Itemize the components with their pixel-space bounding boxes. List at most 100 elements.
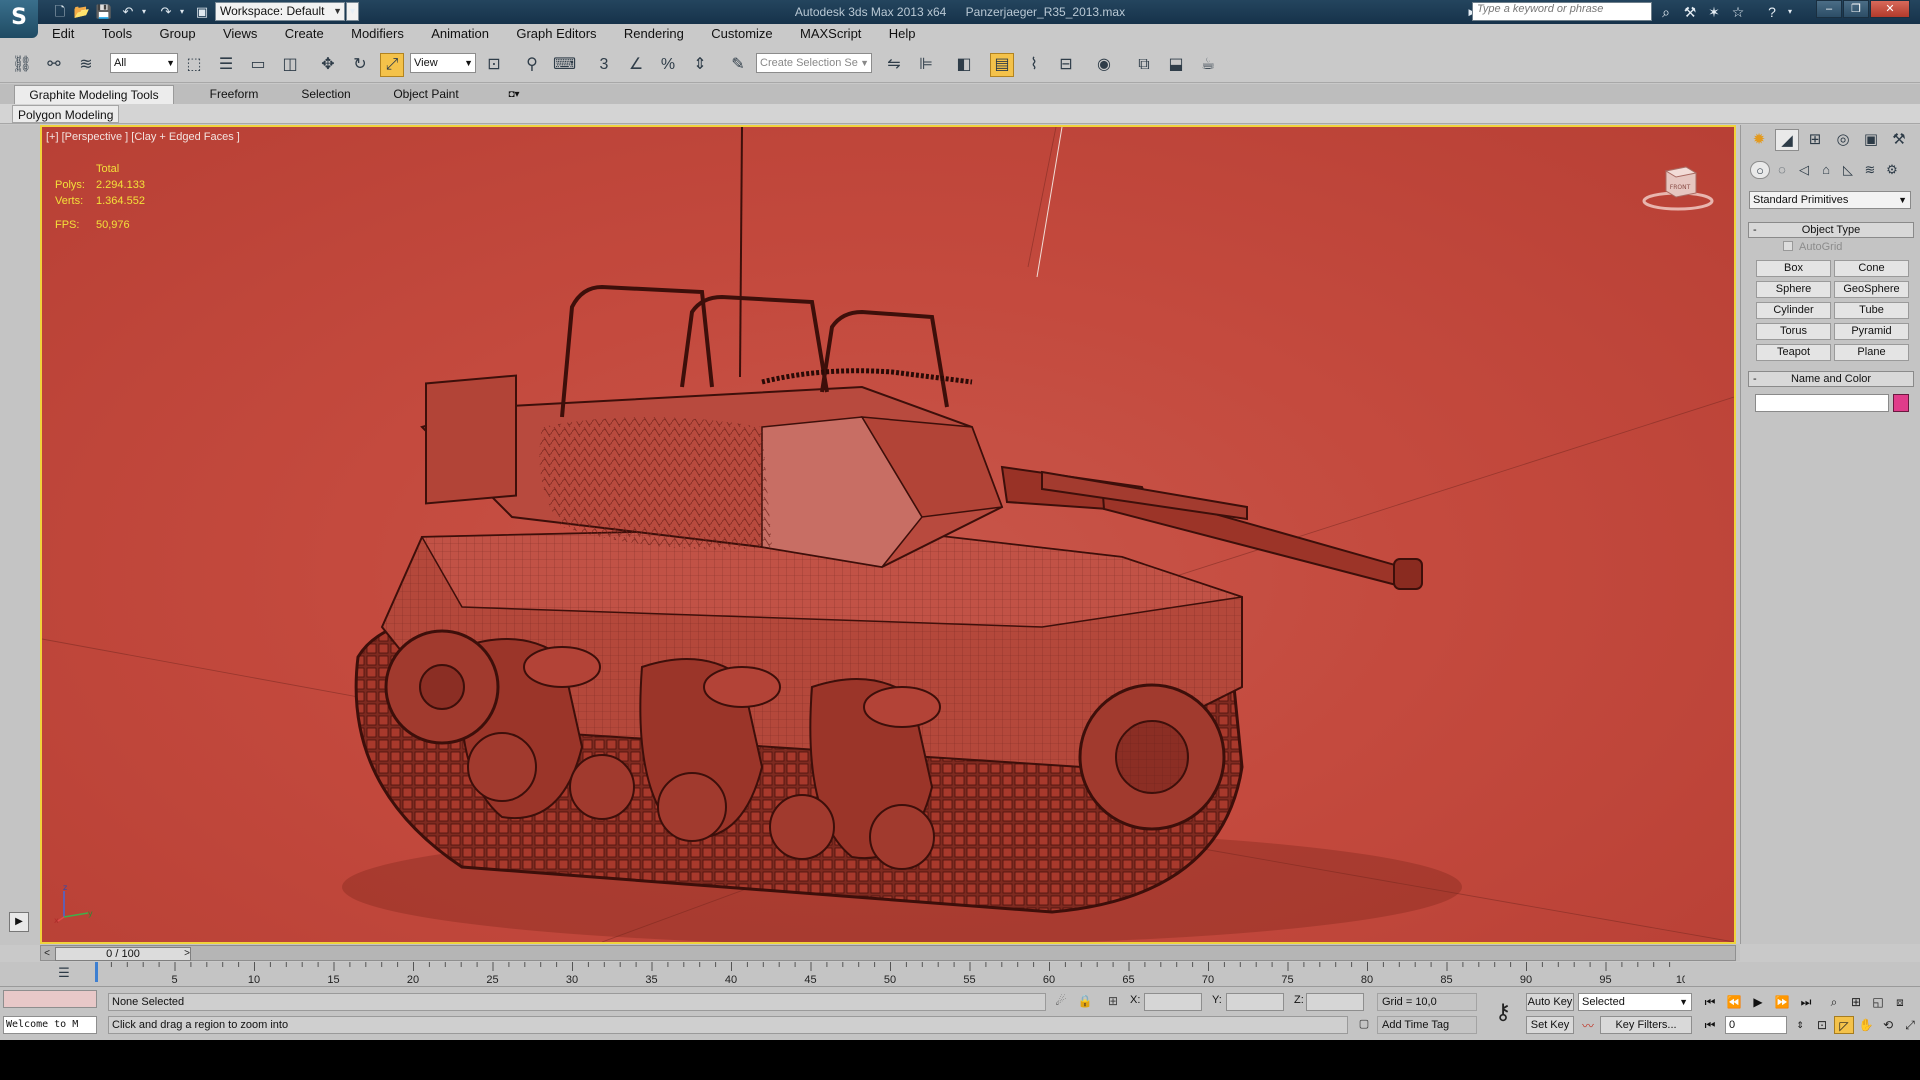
pivot-center-icon[interactable]: ⊡ [482,53,506,77]
z-coordinate-field[interactable] [1306,993,1364,1011]
play-animation-icon[interactable]: ▶ [1748,993,1768,1011]
help-icon[interactable]: ? [1762,3,1782,21]
menu-customize[interactable]: Customize [699,24,784,44]
sphere-button[interactable]: Sphere [1756,281,1831,298]
tab-graphite-modeling-tools[interactable]: Graphite Modeling Tools [14,85,174,104]
quick-access-customize-icon[interactable]: ▼ [346,2,359,21]
restore-button[interactable]: ❐ [1843,0,1869,18]
plane-button[interactable]: Plane [1834,344,1909,361]
autogrid-checkbox[interactable]: AutoGrid [1783,241,1842,253]
redo-dropdown-icon[interactable]: ▾ [172,3,192,21]
shapes-category-icon[interactable]: ◌ [1772,161,1792,179]
geometry-category-icon[interactable]: ○ [1750,161,1770,179]
viewcube-icon[interactable]: FRONT [1642,163,1714,211]
select-by-name-icon[interactable]: ☰ [214,53,238,77]
isolate-selection-icon[interactable]: ☄ [1052,994,1070,1010]
x-coordinate-field[interactable] [1144,993,1202,1011]
create-tab-icon[interactable]: ✹ [1747,129,1771,151]
app-logo-icon[interactable]: S [0,0,38,38]
layer-manager-icon[interactable]: ◧ [952,53,976,77]
absolute-mode-icon[interactable]: ⊞ [1104,994,1122,1010]
menu-animation[interactable]: Animation [419,24,501,44]
zoom-extents-icon[interactable]: ◱ [1868,993,1888,1011]
rendered-frame-window-icon[interactable]: ⬓ [1164,53,1188,77]
lights-category-icon[interactable]: ◁ [1794,161,1814,179]
menu-create[interactable]: Create [273,24,336,44]
keyboard-shortcut-override-icon[interactable]: ⌨ [552,53,576,77]
named-selection-set-dropdown[interactable]: Create Selection Se ▼ [756,53,872,73]
pan-view-icon[interactable]: ✋ [1856,1016,1876,1034]
menu-edit[interactable]: Edit [40,24,86,44]
frame-spinner-icon[interactable]: ⇕ [1790,1016,1810,1034]
y-coordinate-field[interactable] [1226,993,1284,1011]
set-key-icon[interactable]: ⚷ [1488,997,1518,1027]
object-name-input[interactable] [1755,394,1889,412]
menu-tools[interactable]: Tools [90,24,144,44]
geosphere-button[interactable]: GeoSphere [1834,281,1909,298]
spinner-snap-icon[interactable]: ⇕ [688,53,712,77]
torus-button[interactable]: Torus [1756,323,1831,340]
window-crossing-icon[interactable]: ◫ [278,53,302,77]
key-mode-toggle-icon[interactable]: ⏮ [1700,1016,1720,1034]
reference-coordinate-dropdown[interactable]: View ▼ [410,53,476,73]
orbit-icon[interactable]: ⟲ [1878,1016,1898,1034]
material-editor-icon[interactable]: ◉ [1092,53,1116,77]
menu-maxscript[interactable]: MAXScript [788,24,873,44]
bind-to-space-warp-icon[interactable]: ≋ [74,53,98,77]
helpers-category-icon[interactable]: ◺ [1838,161,1858,179]
menu-views[interactable]: Views [211,24,269,44]
frame-ruler[interactable]: 5 10 15 20 25 30 35 40 45 50 55 60 65 70 75 80 85 90 95 100 [95,962,1685,986]
next-frame-icon[interactable]: ⏩ [1772,993,1792,1011]
menu-group[interactable]: Group [147,24,207,44]
cone-button[interactable]: Cone [1834,260,1909,277]
undo-dropdown-icon[interactable]: ▾ [134,3,154,21]
subscription-center-icon[interactable]: ⚒ [1680,3,1700,21]
angle-snap-icon[interactable]: ∠ [624,53,648,77]
render-production-icon[interactable]: ☕ [1196,53,1220,77]
favorites-star-icon[interactable]: ☆ [1728,3,1748,21]
time-slider-track[interactable]: < 0 / 100 > [40,945,1736,961]
select-and-link-icon[interactable]: ⛓ [10,53,34,77]
previous-frame-button[interactable]: < [41,947,53,961]
tab-selection[interactable]: Selection [282,85,370,104]
previous-frame-icon[interactable]: ⏪ [1724,993,1744,1011]
maxscript-mini-listener[interactable]: Welcome to M [3,1016,97,1034]
menu-help[interactable]: Help [877,24,928,44]
curve-editor-icon[interactable]: ⌇ [1022,53,1046,77]
align-icon[interactable]: ⊫ [914,53,938,77]
field-of-view-icon[interactable]: ⊡ [1812,1016,1832,1034]
next-frame-button[interactable]: > [181,947,193,961]
minimize-button[interactable]: – [1816,0,1842,18]
schematic-view-icon[interactable]: ⊟ [1054,53,1078,77]
curve-editor-mini-icon[interactable]: ☰ [54,965,74,982]
workspace-dropdown[interactable]: Workspace: Default ▼ [215,2,345,21]
maximize-viewport-icon[interactable]: ⤢ [1900,1016,1920,1034]
primitive-type-dropdown[interactable]: Standard Primitives ▼ [1749,191,1911,209]
zoom-all-icon[interactable]: ⊞ [1846,993,1866,1011]
box-button[interactable]: Box [1756,260,1831,277]
polygon-modeling-panel[interactable]: Polygon Modeling [12,105,120,123]
select-and-scale-icon[interactable]: ⤢ [380,53,404,77]
time-slider-thumb[interactable]: 0 / 100 [55,947,191,961]
menu-rendering[interactable]: Rendering [612,24,696,44]
zoom-icon[interactable]: ⌕ [1824,993,1844,1011]
open-file-icon[interactable]: 📂 [72,3,92,21]
selection-lock-icon[interactable]: 🔒 [1076,994,1094,1010]
snaps-toggle-icon[interactable]: 3 [592,53,616,77]
utilities-tab-icon[interactable]: ⚒ [1887,129,1911,151]
hierarchy-tab-icon[interactable]: ⊞ [1803,129,1827,151]
display-tab-icon[interactable]: ▣ [1859,129,1883,151]
unlink-selection-icon[interactable]: ⚯ [42,53,66,77]
set-key-button[interactable]: Set Key [1526,1016,1574,1034]
select-object-icon[interactable]: ⬚ [182,53,206,77]
zoom-region-icon[interactable]: ◸ [1834,1016,1854,1034]
select-and-manipulate-icon[interactable]: ⚲ [520,53,544,77]
rectangular-selection-icon[interactable]: ▭ [246,53,270,77]
close-button[interactable]: ✕ [1870,0,1910,18]
current-frame-field[interactable]: 0 [1725,1016,1787,1034]
current-frame-marker[interactable] [95,962,98,982]
selection-filter-dropdown[interactable]: All ▼ [110,53,178,73]
select-and-move-icon[interactable]: ✥ [316,53,340,77]
perspective-viewport[interactable]: [+] [Perspective ] [Clay + Edged Faces ]… [40,125,1736,944]
object-color-swatch[interactable] [1893,394,1909,412]
